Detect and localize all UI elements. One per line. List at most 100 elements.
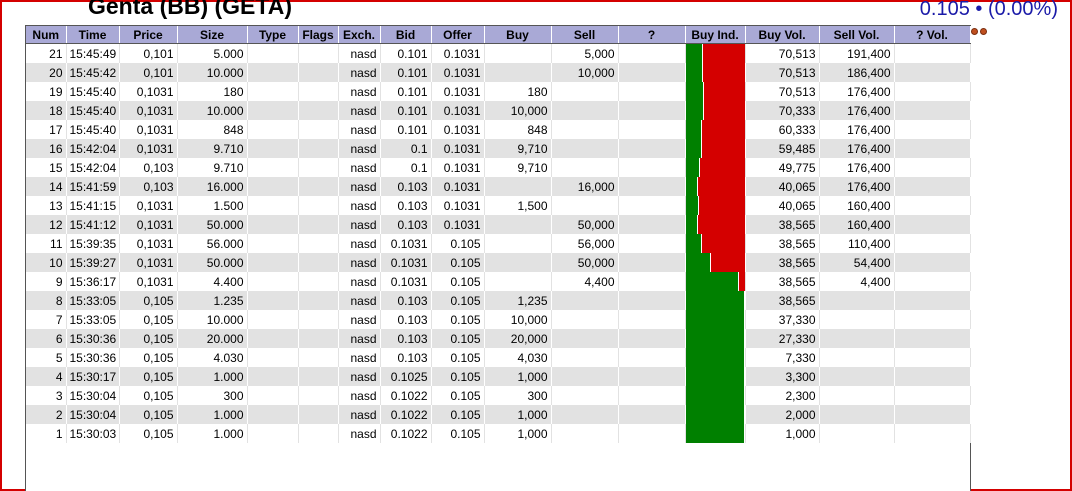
unknown-cell — [618, 234, 686, 253]
table-row[interactable]: 9 15:36:17 0,1031 4.400 nasd 0.1031 0.105 4,400… — [26, 272, 971, 291]
table-row[interactable]: 5 15:30:36 0,105 4.030 nasd 0.103 0.105 4,030 7,… — [26, 348, 971, 367]
unknown-vol-cell — [894, 272, 971, 291]
price-cell: 0,1031 — [119, 139, 178, 158]
column-header-q[interactable]: ? — [618, 26, 686, 44]
bid-cell: 0.1022 — [380, 424, 432, 443]
time-cell: 15:45:40 — [66, 101, 120, 120]
sell-cell — [551, 158, 619, 177]
column-header-time[interactable]: Time — [66, 26, 120, 44]
type-cell — [247, 367, 299, 386]
time-cell: 15:42:04 — [66, 139, 120, 158]
table-row[interactable]: 20 15:45:42 0,101 10.000 nasd 0.101 0.1031 10,0… — [26, 63, 971, 82]
sell-vol-cell — [819, 424, 895, 443]
type-cell — [247, 43, 299, 63]
buy-ratio-fill — [685, 253, 710, 272]
buy-vol-cell: 38,565 — [745, 215, 820, 234]
price-cell: 0,1031 — [119, 196, 178, 215]
column-header-sell-vol[interactable]: Sell Vol. — [819, 26, 895, 44]
table-row[interactable]: 10 15:39:27 0,1031 50.000 nasd 0.1031 0.105 50,… — [26, 253, 971, 272]
buy-ratio-fill — [685, 329, 744, 348]
table-row[interactable]: 21 15:45:49 0,101 5.000 nasd 0.101 0.1031 5,000… — [26, 43, 971, 63]
type-cell — [247, 82, 299, 101]
sell-vol-cell: 110,400 — [819, 234, 895, 253]
sell-vol-cell: 176,400 — [819, 101, 895, 120]
buy-ratio-fill — [685, 386, 744, 405]
price-cell: 0,105 — [119, 424, 178, 443]
table-row[interactable]: 8 15:33:05 0,105 1.235 nasd 0.103 0.105 1,235 38… — [26, 291, 971, 310]
unknown-vol-cell — [894, 310, 971, 329]
unknown-vol-cell — [894, 177, 971, 196]
table-row[interactable]: 15 15:42:04 0,103 9.710 nasd 0.1 0.1031 9,710 49… — [26, 158, 971, 177]
table-row[interactable]: 19 15:45:40 0,1031 180 nasd 0.101 0.1031 180 70,… — [26, 82, 971, 101]
table-row[interactable]: 18 15:45:40 0,1031 10.000 nasd 0.101 0.1031 10,… — [26, 101, 971, 120]
time-cell: 15:36:17 — [66, 272, 120, 291]
table-row[interactable]: 13 15:41:15 0,1031 1.500 nasd 0.103 0.1031 1,50… — [26, 196, 971, 215]
table-row[interactable]: 3 15:30:04 0,105 300 nasd 0.1022 0.105 300 2,300 — [26, 386, 971, 405]
bid-cell: 0.1022 — [380, 405, 432, 424]
size-cell: 9.710 — [177, 158, 248, 177]
time-cell: 15:45:40 — [66, 120, 120, 139]
column-header-buy[interactable]: Buy — [484, 26, 552, 44]
table-row[interactable]: 14 15:41:59 0,103 16.000 nasd 0.103 0.1031 16,0… — [26, 177, 971, 196]
flags-cell — [298, 386, 339, 405]
unknown-cell — [618, 348, 686, 367]
sell-cell — [551, 82, 619, 101]
table-row[interactable]: 11 15:39:35 0,1031 56.000 nasd 0.1031 0.105 56,… — [26, 234, 971, 253]
table-row[interactable]: 16 15:42:04 0,1031 9.710 nasd 0.1 0.1031 9,710 5… — [26, 139, 971, 158]
unknown-vol-cell — [894, 348, 971, 367]
column-header-exch[interactable]: Exch. — [338, 26, 381, 44]
sell-vol-cell: 186,400 — [819, 63, 895, 82]
column-header-size[interactable]: Size — [177, 26, 248, 44]
exchange-cell: nasd — [338, 310, 381, 329]
column-header-num[interactable]: Num — [26, 26, 67, 44]
sell-vol-cell — [819, 291, 895, 310]
buy-ratio-fill — [685, 291, 744, 310]
buy-cell: 4,030 — [484, 348, 552, 367]
column-header-offer[interactable]: Offer — [431, 26, 485, 44]
column-header-sell[interactable]: Sell — [551, 26, 619, 44]
sell-cell — [551, 101, 619, 120]
row-num: 15 — [26, 158, 67, 177]
column-header-flags[interactable]: Flags — [298, 26, 339, 44]
table-row[interactable]: 6 15:30:36 0,105 20.000 nasd 0.103 0.105 20,000… — [26, 329, 971, 348]
bid-cell: 0.1 — [380, 139, 432, 158]
table-row[interactable]: 1 15:30:03 0,105 1.000 nasd 0.1022 0.105 1,000 1… — [26, 424, 971, 443]
time-and-sales-grid[interactable]: Num Time Price Size Type Flags Exch. Bid Offer Bu… — [25, 25, 971, 491]
table-row[interactable]: 4 15:30:17 0,105 1.000 nasd 0.1025 0.105 1,000 3… — [26, 367, 971, 386]
column-header-price[interactable]: Price — [119, 26, 178, 44]
flags-cell — [298, 177, 339, 196]
column-header-q-vol[interactable]: ? Vol. — [894, 26, 971, 44]
time-cell: 15:41:12 — [66, 215, 120, 234]
row-num: 14 — [26, 177, 67, 196]
row-num: 9 — [26, 272, 67, 291]
row-num: 17 — [26, 120, 67, 139]
type-cell — [247, 234, 299, 253]
buy-vol-cell: 7,330 — [745, 348, 820, 367]
flags-cell — [298, 120, 339, 139]
unknown-vol-cell — [894, 43, 971, 63]
table-row[interactable]: 2 15:30:04 0,105 1.000 nasd 0.1022 0.105 1,000 2… — [26, 405, 971, 424]
bid-cell: 0.103 — [380, 310, 432, 329]
buy-indicator-bar — [685, 158, 746, 177]
buy-vol-cell: 40,065 — [745, 177, 820, 196]
column-header-bid[interactable]: Bid — [380, 26, 432, 44]
table-row[interactable]: 12 15:41:12 0,1031 50.000 nasd 0.103 0.1031 50,… — [26, 215, 971, 234]
exchange-cell: nasd — [338, 405, 381, 424]
table-row[interactable]: 7 15:33:05 0,105 10.000 nasd 0.103 0.105 10,000… — [26, 310, 971, 329]
unknown-cell — [618, 158, 686, 177]
buy-indicator-bar — [685, 82, 746, 101]
column-header-ind[interactable]: Buy Ind. — [685, 26, 746, 44]
sell-vol-cell: 160,400 — [819, 215, 895, 234]
options-dots-icon[interactable] — [971, 27, 989, 37]
bid-cell: 0.103 — [380, 291, 432, 310]
buy-cell: 180 — [484, 82, 552, 101]
column-header-buy-vol[interactable]: Buy Vol. — [745, 26, 820, 44]
table-row[interactable]: 17 15:45:40 0,1031 848 nasd 0.101 0.1031 848 60,… — [26, 120, 971, 139]
sell-vol-cell — [819, 348, 895, 367]
size-cell: 1.500 — [177, 196, 248, 215]
column-header-type[interactable]: Type — [247, 26, 299, 44]
unknown-cell — [618, 386, 686, 405]
row-num: 20 — [26, 63, 67, 82]
size-cell: 10.000 — [177, 310, 248, 329]
buy-ratio-fill — [685, 348, 744, 367]
